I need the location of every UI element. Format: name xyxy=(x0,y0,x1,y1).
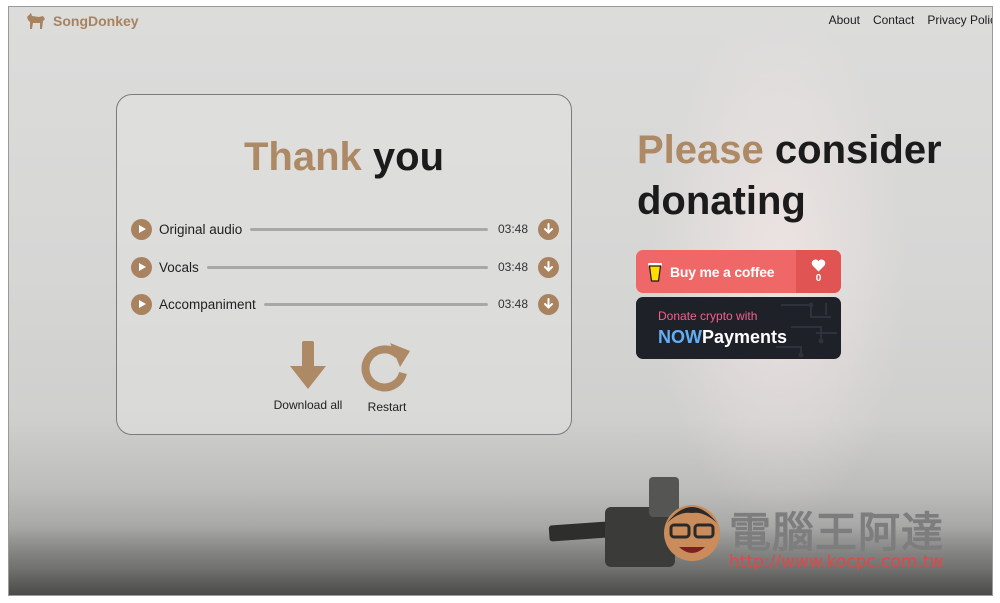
consider-word: consider xyxy=(774,128,942,172)
heart-icon xyxy=(811,259,826,272)
please-word: Please xyxy=(637,128,764,172)
payments-word: Payments xyxy=(702,327,788,347)
top-nav: About Contact Privacy Polic xyxy=(829,13,992,27)
crypto-caption: Donate crypto with xyxy=(658,309,758,323)
download-arrow-icon xyxy=(544,261,553,272)
download-arrow-icon xyxy=(544,223,553,234)
track-duration: 03:48 xyxy=(497,222,528,236)
brand-name: SongDonkey xyxy=(53,13,139,29)
mascot-face-icon xyxy=(664,505,720,561)
app-window: SongDonkey About Contact Privacy Polic T… xyxy=(8,6,993,596)
download-all-label: Download all xyxy=(273,398,343,412)
you-word: you xyxy=(372,135,445,179)
download-all-button[interactable]: Download all xyxy=(273,341,343,412)
result-card: Thank you Original audio 03:48 Vocals 03… xyxy=(116,94,572,435)
download-arrow-icon xyxy=(544,298,553,309)
thank-word: Thank xyxy=(243,135,362,179)
restart-icon xyxy=(361,343,410,392)
coffee-count: 0 xyxy=(815,273,822,284)
coffee-label: Buy me a coffee xyxy=(670,263,775,280)
watermark-text: 電腦王阿達 xyxy=(729,508,945,557)
track-row-accompaniment: Accompaniment 03:48 xyxy=(131,293,559,315)
coffee-like-counter[interactable]: 0 xyxy=(796,250,841,293)
play-icon[interactable] xyxy=(131,218,152,240)
track-row-original: Original audio 03:48 xyxy=(131,218,559,240)
watermark-url: http://www.kocpc.com.tw xyxy=(729,552,944,572)
download-track-button[interactable] xyxy=(538,293,559,315)
coffee-main[interactable]: Buy me a coffee xyxy=(636,250,796,293)
nowpayments-logo: NOWPayments xyxy=(658,327,787,348)
track-progress-bar[interactable] xyxy=(263,302,488,306)
track-duration: 03:48 xyxy=(497,297,528,311)
thank-you-heading: Thank you xyxy=(117,135,571,180)
track-row-vocals: Vocals 03:48 xyxy=(131,256,559,278)
restart-button[interactable]: Restart xyxy=(355,341,419,414)
nav-privacy[interactable]: Privacy Polic xyxy=(927,13,992,27)
brand-logo[interactable]: SongDonkey xyxy=(25,11,139,31)
restart-label: Restart xyxy=(367,400,407,414)
donkey-icon xyxy=(27,13,45,29)
track-progress-bar[interactable] xyxy=(206,265,488,269)
track-name: Original audio xyxy=(159,221,243,237)
download-track-button[interactable] xyxy=(538,218,559,240)
play-icon[interactable] xyxy=(131,256,152,278)
track-name: Accompaniment xyxy=(159,296,256,312)
nav-about[interactable]: About xyxy=(829,13,860,27)
donating-word: donating xyxy=(637,179,806,223)
buy-me-a-coffee-button[interactable]: Buy me a coffee 0 xyxy=(636,250,841,293)
download-all-icon xyxy=(290,341,326,389)
now-word: NOW xyxy=(658,327,702,347)
track-name: Vocals xyxy=(159,259,199,275)
nowpayments-button[interactable]: Donate crypto with NOWPayments xyxy=(636,297,841,359)
play-icon[interactable] xyxy=(131,293,152,315)
coffee-cup-icon xyxy=(648,262,662,282)
download-track-button[interactable] xyxy=(538,256,559,278)
donate-heading: Please consider donating xyxy=(637,125,942,227)
nav-contact[interactable]: Contact xyxy=(873,13,914,27)
track-progress-bar[interactable] xyxy=(250,227,488,231)
track-duration: 03:48 xyxy=(497,260,528,274)
